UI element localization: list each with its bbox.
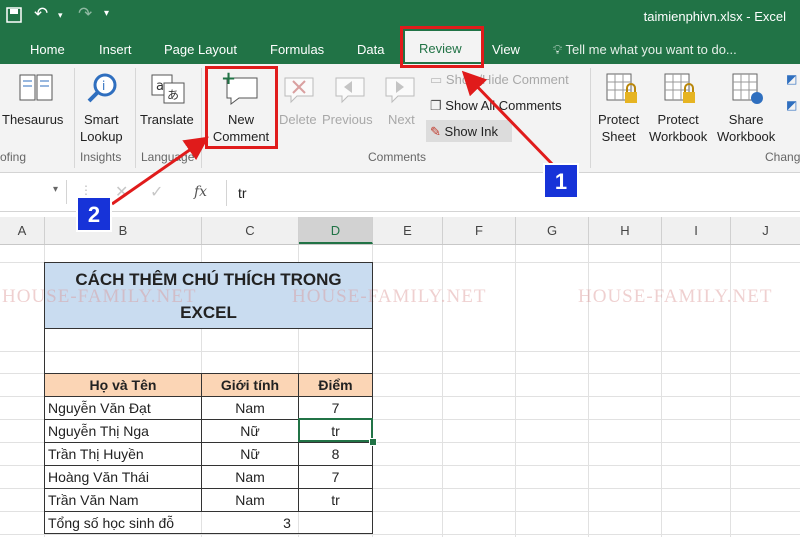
arrow-to-new-comment: [111, 136, 209, 206]
step-badge-1: 1: [543, 163, 579, 199]
step-badge-2: 2: [76, 196, 112, 232]
annotation-arrows: [111, 70, 558, 206]
arrow-to-review-tab: [461, 70, 558, 170]
